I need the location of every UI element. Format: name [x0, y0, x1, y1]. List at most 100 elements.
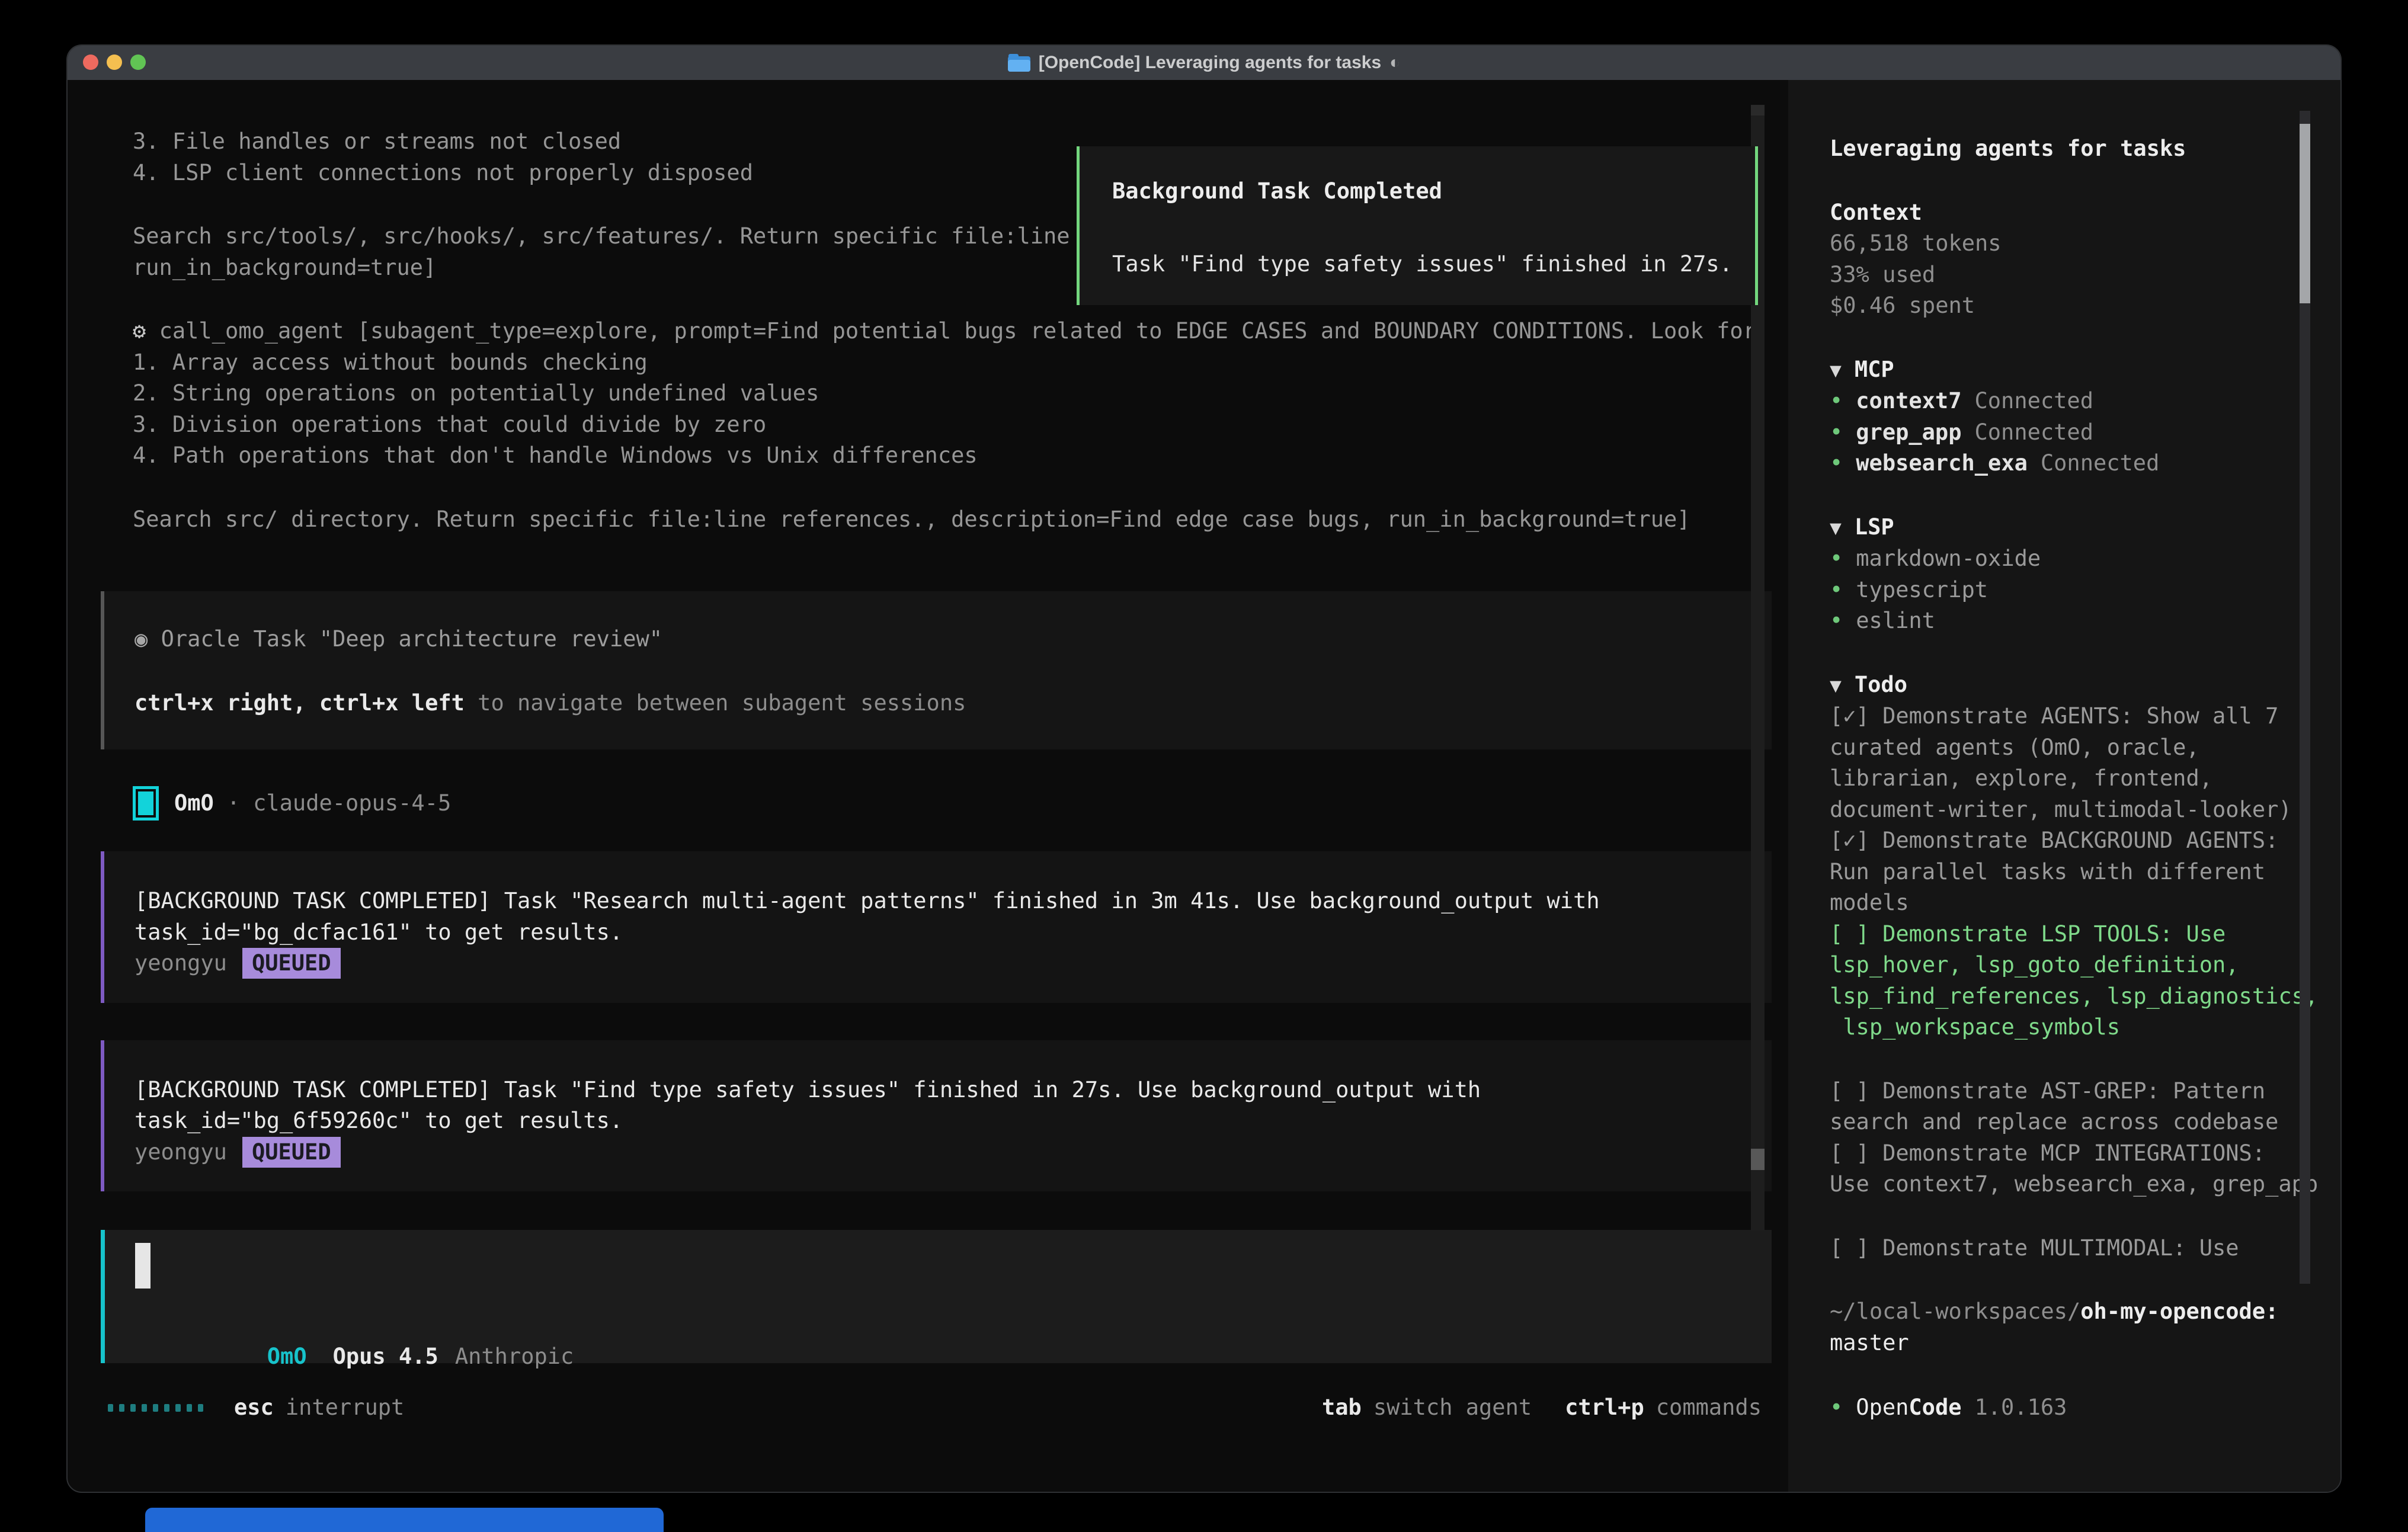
terminal-main-pane: 3. File handles or streams not closed 4.…: [68, 80, 1788, 1493]
background-task-message: [BACKGROUND TASK COMPLETED] Task "Find t…: [101, 1040, 1772, 1192]
subagent-nav-hint: ctrl+x right, ctrl+x left to navigate be…: [135, 688, 1772, 719]
task-user: yeongyu: [135, 1137, 227, 1168]
notification-title: Background Task Completed: [1112, 176, 1755, 207]
main-scrollbar-thumb[interactable]: [1751, 1149, 1765, 1170]
background-window-strip[interactable]: [145, 1508, 664, 1532]
status-dot-icon: •: [1830, 417, 1843, 448]
terminal-window: [OpenCode] Leveraging agents for tasks ◐…: [66, 44, 2342, 1493]
status-dot-icon: •: [1830, 543, 1843, 575]
prompt-input[interactable]: OmOOpus 4.5Anthropic: [101, 1230, 1772, 1363]
background-task-message: [BACKGROUND TASK COMPLETED] Task "Resear…: [101, 851, 1772, 1003]
agent-square-icon: [133, 786, 159, 821]
working-spinner-dots: [108, 1404, 203, 1412]
todo-item-line: librarian, explore, frontend,: [1830, 763, 2340, 794]
lsp-section: ▼LSP •markdown-oxide •typescript •eslint: [1830, 512, 2340, 637]
traffic-lights: [83, 55, 146, 70]
tool-call-text: call_omo_agent [subagent_type=explore, p…: [159, 318, 1756, 344]
status-dot-icon: •: [1830, 575, 1843, 606]
workspace-path: ~/local-workspaces/oh-my-opencode:: [1830, 1296, 2340, 1328]
chevron-down-icon: ▼: [1830, 674, 1842, 697]
todo-section: ▼Todo [✓] Demonstrate AGENTS: Show all 7…: [1830, 669, 2340, 1264]
gear-icon: ⚙: [133, 318, 146, 344]
terminal-line: Search src/ directory. Return specific f…: [133, 504, 1788, 536]
close-button[interactable]: [83, 55, 98, 70]
notification-body: Task "Find type safety issues" finished …: [1112, 249, 1755, 280]
session-indicator-icon: ◐: [1389, 53, 1400, 73]
window-title-group: [OpenCode] Leveraging agents for tasks ◐: [1008, 53, 1401, 73]
mcp-heading[interactable]: ▼MCP: [1830, 354, 2340, 386]
app-version: 1.0.163: [1975, 1392, 2067, 1424]
minimize-button[interactable]: [107, 55, 122, 70]
context-heading: Context: [1830, 197, 2340, 229]
status-dot-icon: •: [1830, 1392, 1843, 1424]
sidebar-scrollbar[interactable]: [2300, 111, 2310, 1284]
ctrlp-key-label: commands: [1656, 1392, 1762, 1424]
zoom-button[interactable]: [130, 55, 146, 70]
status-dot-icon: •: [1830, 448, 1843, 479]
fisheye-icon: ◉: [135, 626, 148, 652]
agent-model: claude-opus-4-5: [253, 788, 451, 819]
todo-item-line-active: lsp_workspace_symbols: [1830, 1012, 2340, 1043]
version-info: • OpenCode 1.0.163: [1830, 1392, 2340, 1424]
terminal-line: 1. Array access without bounds checking: [133, 347, 1788, 379]
window-title: [OpenCode] Leveraging agents for tasks: [1039, 53, 1381, 73]
status-badge: QUEUED: [242, 1137, 341, 1168]
titlebar[interactable]: [OpenCode] Leveraging agents for tasks ◐: [68, 46, 2340, 80]
agent-name: OmO: [174, 788, 214, 819]
context-tokens: 66,518 tokens: [1830, 228, 2340, 259]
terminal-line: 3. Division operations that could divide…: [133, 409, 1788, 441]
context-section: Context 66,518 tokens 33% used $0.46 spe…: [1830, 197, 2340, 322]
task-message-line: [BACKGROUND TASK COMPLETED] Task "Find t…: [135, 1075, 1772, 1106]
mcp-section: ▼MCP •context7Connected •grep_appConnect…: [1830, 354, 2340, 479]
tool-call-line: ⚙ call_omo_agent [subagent_type=explore,…: [133, 316, 1788, 347]
todo-heading[interactable]: ▼Todo: [1830, 669, 2340, 701]
todo-item-line-active: lsp_hover, lsp_goto_definition,: [1830, 950, 2340, 981]
workspace-info: ~/local-workspaces/oh-my-opencode: maste…: [1830, 1296, 2340, 1358]
status-dot-icon: •: [1830, 386, 1843, 417]
todo-item-line: models: [1830, 887, 2340, 919]
oracle-task-title: ◉ Oracle Task "Deep architecture review": [135, 624, 1772, 655]
chevron-down-icon: ▼: [1830, 358, 1842, 382]
todo-item-line-active: lsp_find_references, lsp_diagnostics,: [1830, 981, 2340, 1012]
sidebar-scrollbar-thumb[interactable]: [2300, 124, 2310, 303]
task-message-meta: yeongyu QUEUED: [135, 1137, 1772, 1168]
text-cursor: [135, 1243, 150, 1289]
task-message-line: task_id="bg_dcfac161" to get results.: [135, 917, 1772, 948]
todo-item-line-active: [ ] Demonstrate LSP TOOLS: Use: [1830, 919, 2340, 950]
task-message-line: task_id="bg_6f59260c" to get results.: [135, 1105, 1772, 1137]
todo-item-line: Use context7, websearch_exa, grep_app: [1830, 1169, 2340, 1200]
todo-item-line: Run parallel tasks with different: [1830, 857, 2340, 888]
task-message-meta: yeongyu QUEUED: [135, 948, 1772, 979]
status-bar: esc interrupt tab switch agent ctrl+p co…: [68, 1392, 1788, 1424]
tab-key-hint: tab: [1322, 1392, 1362, 1424]
ctrlp-key-hint: ctrl+p: [1565, 1392, 1644, 1424]
tab-key-label: switch agent: [1373, 1392, 1532, 1424]
task-user: yeongyu: [135, 948, 227, 979]
mcp-item: •grep_appConnected: [1830, 417, 2340, 448]
mcp-item: •websearch_exaConnected: [1830, 448, 2340, 479]
todo-item-line: [✓] Demonstrate AGENTS: Show all 7: [1830, 701, 2340, 732]
mcp-item: •context7Connected: [1830, 386, 2340, 417]
lsp-item: •typescript: [1830, 575, 2340, 606]
agent-header: OmO · claude-opus-4-5: [133, 786, 1788, 821]
todo-item-line: [ ] Demonstrate MCP INTEGRATIONS:: [1830, 1138, 2340, 1169]
input-agent-name: OmO: [267, 1344, 307, 1369]
input-model-name: Opus 4.5: [333, 1344, 438, 1369]
workspace-branch: master: [1830, 1328, 2340, 1359]
todo-item-line: [ ] Demonstrate MULTIMODAL: Use: [1830, 1233, 2340, 1264]
oracle-task-card[interactable]: ◉ Oracle Task "Deep architecture review"…: [101, 591, 1772, 749]
esc-key-hint: esc: [234, 1392, 274, 1424]
terminal-line: 2. String operations on potentially unde…: [133, 378, 1788, 409]
esc-key-label: interrupt: [286, 1392, 404, 1424]
context-spent: $0.46 spent: [1830, 290, 2340, 322]
lsp-item: •markdown-oxide: [1830, 543, 2340, 575]
todo-item-line: search and replace across codebase: [1830, 1107, 2340, 1138]
status-badge: QUEUED: [242, 948, 341, 979]
toast-notification[interactable]: Background Task Completed Task "Find typ…: [1077, 146, 1758, 305]
lsp-heading[interactable]: ▼LSP: [1830, 512, 2340, 544]
todo-item-line: [✓] Demonstrate BACKGROUND AGENTS:: [1830, 825, 2340, 857]
task-message-line: [BACKGROUND TASK COMPLETED] Task "Resear…: [135, 886, 1772, 917]
app-name: Open: [1856, 1392, 1909, 1424]
chevron-down-icon: ▼: [1830, 516, 1842, 539]
status-bar-right: tab switch agent ctrl+p commands: [1322, 1392, 1762, 1424]
